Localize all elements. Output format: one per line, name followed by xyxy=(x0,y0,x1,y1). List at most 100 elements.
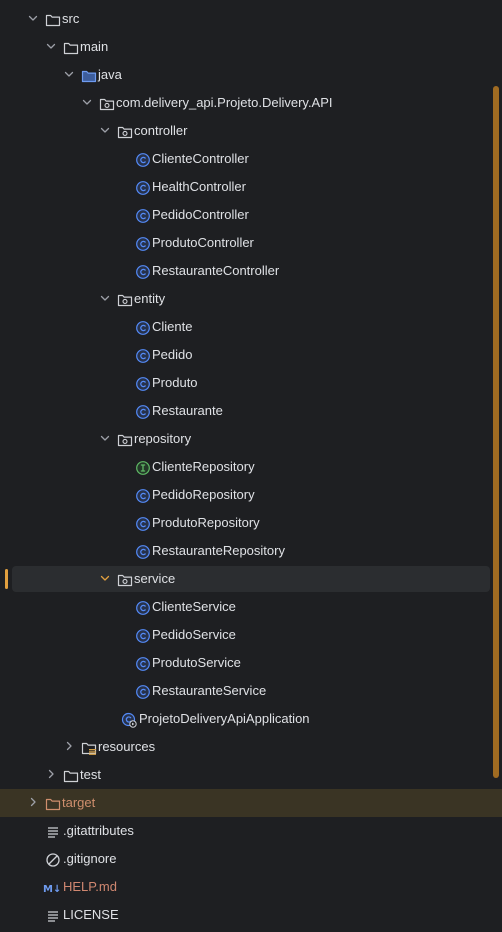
tree-node-label: HealthController xyxy=(152,179,246,194)
markdown-icon: M↓ xyxy=(43,873,61,901)
tree-node-clientecontroller[interactable]: ClienteController xyxy=(0,145,502,173)
tree-node-label: ClienteRepository xyxy=(152,459,255,474)
tree-node-label: service xyxy=(134,571,176,586)
tree-node-produto[interactable]: Produto xyxy=(0,369,502,397)
tree-node-produtocontroller[interactable]: ProdutoController xyxy=(0,229,502,257)
chevron-right-icon[interactable] xyxy=(45,761,57,789)
class-icon xyxy=(135,509,151,537)
tree-node-pedidoservice[interactable]: PedidoService xyxy=(0,621,502,649)
chevron-down-icon[interactable] xyxy=(45,33,57,61)
tree-node-pedidocontroller[interactable]: PedidoController xyxy=(0,201,502,229)
tree-node-service[interactable]: service xyxy=(0,565,502,593)
tree-node-label: ClienteService xyxy=(152,599,236,614)
tree-node-label: LICENSE xyxy=(63,907,119,922)
resources-folder-icon xyxy=(81,733,97,761)
tree-node-restaurantecontroller[interactable]: RestauranteController xyxy=(0,257,502,285)
svg-text:M↓: M↓ xyxy=(43,884,61,895)
chevron-down-icon[interactable] xyxy=(63,61,75,89)
class-icon xyxy=(135,229,151,257)
tree-node-clienteservice[interactable]: ClienteService xyxy=(0,593,502,621)
chevron-down-icon[interactable] xyxy=(81,89,93,117)
class-icon xyxy=(135,593,151,621)
class-icon xyxy=(135,145,151,173)
text-file-icon xyxy=(45,901,61,929)
tree-node-label: .gitattributes xyxy=(63,823,134,838)
tree-node-label: RestauranteService xyxy=(152,683,267,698)
tree-node-src[interactable]: src xyxy=(0,5,502,33)
application-class-icon xyxy=(121,705,137,733)
chevron-right-icon[interactable] xyxy=(27,789,39,817)
class-icon xyxy=(135,173,151,201)
tree-node-label: Pedido xyxy=(152,347,193,362)
tree-node-label: repository xyxy=(134,431,192,446)
chevron-down-icon[interactable] xyxy=(99,565,111,593)
tree-node-label: HELP.md xyxy=(63,879,117,894)
class-icon xyxy=(135,677,151,705)
tree-node-label: PedidoRepository xyxy=(152,487,255,502)
tree-node-label: RestauranteRepository xyxy=(152,543,285,558)
tree-node-restauranteservice[interactable]: RestauranteService xyxy=(0,677,502,705)
tree-node-label: resources xyxy=(98,739,156,754)
tree-node-label: main xyxy=(80,39,109,54)
package-icon xyxy=(117,425,133,453)
tree-node-restauranterepository[interactable]: RestauranteRepository xyxy=(0,537,502,565)
project-tree: src main java com.delivery_api.Projeto.Deli… xyxy=(0,5,502,929)
scrollbar-thumb[interactable] xyxy=(493,86,499,778)
chevron-right-icon[interactable] xyxy=(63,733,75,761)
tree-node-root-package[interactable]: com.delivery_api.Projeto.Delivery.API xyxy=(0,89,502,117)
tree-node-controller[interactable]: controller xyxy=(0,117,502,145)
tree-node-label: entity xyxy=(134,291,166,306)
tree-node-entity[interactable]: entity xyxy=(0,285,502,313)
tree-node-clienterepository[interactable]: ClienteRepository xyxy=(0,453,502,481)
tree-node-label: src xyxy=(62,11,80,26)
tree-node-produtoservice[interactable]: ProdutoService xyxy=(0,649,502,677)
tree-node-healthcontroller[interactable]: HealthController xyxy=(0,173,502,201)
tree-node-target[interactable]: target xyxy=(0,789,502,817)
tree-node-label: com.delivery_api.Projeto.Delivery.API xyxy=(116,95,333,110)
tree-node-label: target xyxy=(62,795,96,810)
class-icon xyxy=(135,649,151,677)
tree-node-gitattributes[interactable]: .gitattributes xyxy=(0,817,502,845)
tree-node-label: test xyxy=(80,767,101,782)
tree-node-label: ProdutoRepository xyxy=(152,515,260,530)
class-icon xyxy=(135,537,151,565)
tree-node-gitignore[interactable]: .gitignore xyxy=(0,845,502,873)
interface-icon xyxy=(135,453,151,481)
package-icon xyxy=(117,565,133,593)
tree-node-test[interactable]: test xyxy=(0,761,502,789)
tree-node-produtorepository[interactable]: ProdutoRepository xyxy=(0,509,502,537)
tree-node-label: ProdutoService xyxy=(152,655,241,670)
package-icon xyxy=(117,117,133,145)
tree-node-pedidorepository[interactable]: PedidoRepository xyxy=(0,481,502,509)
tree-node-label: .gitignore xyxy=(63,851,117,866)
chevron-down-icon[interactable] xyxy=(99,285,111,313)
folder-icon xyxy=(63,761,79,789)
class-icon xyxy=(135,341,151,369)
tree-node-resources[interactable]: resources xyxy=(0,733,502,761)
tree-node-help-md[interactable]: M↓ HELP.md xyxy=(0,873,502,901)
chevron-down-icon[interactable] xyxy=(27,5,39,33)
tree-node-java[interactable]: java xyxy=(0,61,502,89)
tree-node-cliente[interactable]: Cliente xyxy=(0,313,502,341)
folder-icon xyxy=(45,5,61,33)
tree-node-pedido[interactable]: Pedido xyxy=(0,341,502,369)
text-file-icon xyxy=(45,817,61,845)
tree-node-license[interactable]: LICENSE xyxy=(0,901,502,929)
class-icon xyxy=(135,481,151,509)
package-icon xyxy=(99,89,115,117)
tree-node-restaurante[interactable]: Restaurante xyxy=(0,397,502,425)
tree-node-application[interactable]: ProjetoDeliveryApiApplication xyxy=(0,705,502,733)
chevron-down-icon[interactable] xyxy=(99,425,111,453)
chevron-down-icon[interactable] xyxy=(99,117,111,145)
tree-node-label: ClienteController xyxy=(152,151,249,166)
selection-marker xyxy=(5,569,8,589)
tree-node-repository[interactable]: repository xyxy=(0,425,502,453)
tree-node-label: Cliente xyxy=(152,319,193,334)
tree-node-main[interactable]: main xyxy=(0,33,502,61)
tree-node-label: ProdutoController xyxy=(152,235,254,250)
tree-node-label: PedidoService xyxy=(152,627,236,642)
tree-node-label: Restaurante xyxy=(152,403,223,418)
class-icon xyxy=(135,369,151,397)
class-icon xyxy=(135,313,151,341)
class-icon xyxy=(135,257,151,285)
